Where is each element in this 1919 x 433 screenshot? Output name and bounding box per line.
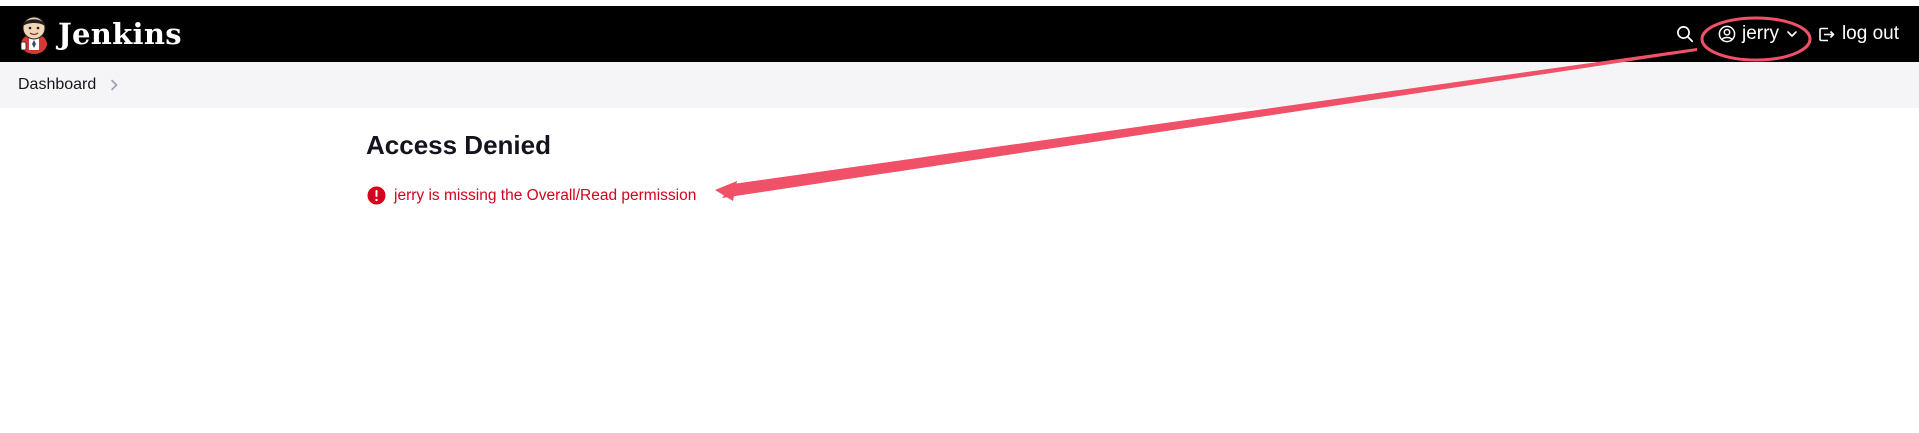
chevron-down-icon[interactable] bbox=[1785, 27, 1799, 41]
error-message: jerry is missing the Overall/Read permis… bbox=[367, 186, 696, 205]
logout-link[interactable]: log out bbox=[1817, 23, 1899, 45]
chevron-right-icon[interactable] bbox=[108, 78, 120, 92]
brand[interactable]: Jenkins bbox=[18, 14, 182, 54]
breadcrumb-item-dashboard[interactable]: Dashboard bbox=[18, 76, 96, 94]
top-header: Jenkins jerry log out bbox=[0, 6, 1919, 62]
breadcrumb: Dashboard bbox=[18, 62, 120, 108]
error-exclamation-icon bbox=[367, 186, 386, 205]
jenkins-logo-icon bbox=[20, 16, 47, 54]
app-name[interactable]: Jenkins bbox=[58, 17, 182, 51]
user-circle-icon bbox=[1718, 25, 1736, 43]
error-text: jerry is missing the Overall/Read permis… bbox=[394, 186, 697, 204]
breadcrumb-bar: Dashboard bbox=[0, 62, 1919, 108]
search-icon bbox=[1677, 26, 1694, 43]
jenkins-page: Jenkins jerry log out Dashboard Access D… bbox=[0, 0, 1919, 433]
user-name[interactable]: jerry bbox=[1742, 23, 1779, 45]
page-title: Access Denied bbox=[366, 130, 551, 160]
search-button[interactable] bbox=[1672, 21, 1698, 47]
main-content: Access Denied jerry is missing the Overa… bbox=[366, 130, 696, 205]
header-actions: jerry log out bbox=[1672, 6, 1899, 62]
user-menu[interactable]: jerry bbox=[1718, 23, 1799, 45]
logout-icon bbox=[1819, 27, 1835, 41]
annotation-arrow-head bbox=[715, 181, 737, 201]
logout-label[interactable]: log out bbox=[1842, 23, 1899, 45]
